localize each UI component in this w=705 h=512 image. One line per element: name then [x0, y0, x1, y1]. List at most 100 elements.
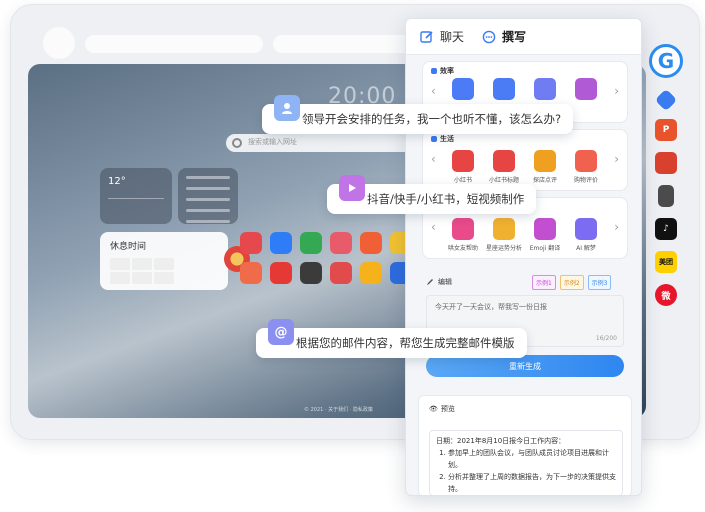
tool-item[interactable]: 小红书: [447, 150, 479, 184]
tab-write-label: 撰写: [502, 30, 527, 44]
tool-label: 小红书: [453, 177, 472, 184]
heart-icon: [452, 218, 474, 240]
chevron-left-icon[interactable]: ‹: [431, 152, 436, 166]
chevron-left-icon[interactable]: ‹: [431, 220, 436, 234]
preview-title: 👁 预览: [429, 404, 455, 414]
tool-item[interactable]: [570, 78, 602, 103]
tool-item[interactable]: 购物评价: [570, 150, 602, 184]
weather-temp: 12°: [108, 176, 126, 187]
chevron-right-icon[interactable]: ›: [614, 220, 619, 234]
app-icon[interactable]: [360, 262, 382, 284]
toolbox-icon[interactable]: [655, 152, 677, 174]
writing-assistant-panel: 聊天 撰写 效率 ‹ › 生活 ‹ 小红书 小红书标题 探店点评 购物评价 › …: [405, 18, 642, 496]
tool-item[interactable]: [447, 78, 479, 103]
tool-item[interactable]: 小红书标题: [488, 150, 520, 184]
news-widget[interactable]: [178, 168, 238, 224]
xiaohongshu-icon: [452, 150, 474, 172]
app-icon[interactable]: [240, 262, 262, 284]
chess-icon[interactable]: [658, 185, 674, 207]
tab-bar[interactable]: [273, 35, 423, 53]
profile-avatar[interactable]: [43, 27, 75, 59]
section-title-label: 生活: [440, 135, 454, 143]
tool-item[interactable]: 探店点评: [529, 150, 561, 184]
tag-icon[interactable]: [654, 88, 678, 112]
tool-item[interactable]: 星座运势分析: [486, 218, 523, 252]
right-sidebar: G P ♪ 美团 微: [649, 44, 683, 317]
title-icon: [493, 150, 515, 172]
app-icon[interactable]: [270, 232, 292, 254]
tab-chat-label: 聊天: [440, 30, 465, 44]
app-icon[interactable]: [300, 262, 322, 284]
app-icon[interactable]: [300, 232, 322, 254]
section-icon: [431, 136, 437, 142]
example-chip-3[interactable]: 示例3: [587, 275, 612, 290]
tab-chat[interactable]: 聊天: [420, 28, 464, 45]
search-icon: [232, 138, 242, 148]
chevron-right-icon[interactable]: ›: [614, 152, 619, 166]
address-bar[interactable]: [85, 35, 263, 53]
regenerate-button[interactable]: 重新生成: [426, 355, 624, 377]
chevron-left-icon[interactable]: ‹: [431, 84, 436, 98]
chat-icon: [482, 30, 496, 43]
tool-label: Emoji 翻译: [529, 245, 561, 252]
app-icon[interactable]: [270, 262, 292, 284]
preview-date-line: 日期：2021年8月10日报今日工作内容：: [436, 437, 566, 445]
video-icon: [339, 175, 365, 201]
bubble-text: 根据您的邮件内容，帮您生成完整邮件模版: [296, 336, 515, 350]
edit-label-text: 编辑: [438, 278, 452, 286]
example-chip-2[interactable]: 示例2: [559, 275, 584, 290]
tool-label: 购物评价: [573, 177, 598, 184]
email-icon: [534, 78, 556, 100]
tool-item[interactable]: Emoji 翻译: [529, 218, 561, 252]
char-counter: 16/200: [595, 335, 617, 342]
tool-row: [447, 78, 602, 103]
email-icon: @: [268, 319, 294, 345]
moon-icon: [575, 218, 597, 240]
preview-label: 预览: [440, 405, 455, 413]
app-icon[interactable]: [330, 262, 352, 284]
powerpoint-icon[interactable]: P: [655, 119, 677, 141]
cart-icon: [575, 150, 597, 172]
prompt-input-value: 今天开了一天会议，帮我写一份日报: [435, 303, 547, 311]
app-icon[interactable]: [240, 232, 262, 254]
tool-label: 星座运势分析: [486, 245, 523, 252]
app-icon[interactable]: [360, 232, 382, 254]
weibo-icon[interactable]: 微: [655, 284, 677, 306]
preview-card: 👁 预览 日期：2021年8月10日报今日工作内容： 参加早上的团队会议，与团队…: [418, 395, 632, 495]
emoji-icon: [534, 218, 556, 240]
tiktok-icon[interactable]: ♪: [655, 218, 677, 240]
desktop-footer: © 2021 · 关于我们 · 隐私政策: [304, 407, 373, 413]
section-title-label: 效率: [440, 67, 454, 75]
tool-item[interactable]: [488, 78, 520, 103]
app-icon[interactable]: [330, 232, 352, 254]
weather-widget[interactable]: 12°: [100, 168, 172, 224]
tab-write[interactable]: 撰写: [482, 28, 526, 45]
doc-icon: [493, 78, 515, 100]
section-icon: [431, 68, 437, 74]
edit-section-label: 编辑: [426, 277, 452, 287]
tool-item[interactable]: [529, 78, 561, 103]
break-time-grid: [110, 258, 174, 284]
tool-label: 小红书标题: [488, 177, 519, 184]
feature-bubble-email[interactable]: @ 根据您的邮件内容，帮您生成完整邮件模版: [256, 319, 527, 358]
feature-bubble-video[interactable]: 抖音/快手/小红书，短视频制作: [327, 175, 537, 214]
user-icon: [274, 95, 300, 121]
meituan-icon[interactable]: 美团: [655, 251, 677, 273]
app-grid: [240, 232, 412, 284]
life-section: 生活 ‹ 小红书 小红书标题 探店点评 购物评价 ›: [422, 129, 628, 191]
tool-label: 探店点评: [532, 177, 557, 184]
tool-item[interactable]: AI 解梦: [570, 218, 602, 252]
preview-content[interactable]: 日期：2021年8月10日报今日工作内容： 参加早上的团队会议，与团队成员讨论项…: [429, 430, 623, 495]
chevron-right-icon[interactable]: ›: [614, 84, 619, 98]
example-chips: 示例1 示例2 示例3: [532, 275, 612, 290]
bubble-text: 领导开会安排的任务，我一个也听不懂，该怎么办?: [302, 112, 562, 126]
browser-logo-icon[interactable]: G: [649, 44, 683, 78]
shop-icon: [534, 150, 556, 172]
desktop-search-box[interactable]: 搜索或输入网址: [226, 134, 426, 152]
break-time-widget[interactable]: 休息时间: [100, 232, 252, 290]
tool-label: AI 解梦: [576, 245, 596, 252]
tool-item[interactable]: 哄女友帮助: [447, 218, 479, 252]
feature-bubble-task[interactable]: 领导开会安排的任务，我一个也听不懂，该怎么办?: [262, 95, 574, 134]
example-chip-1[interactable]: 示例1: [532, 275, 556, 290]
tool-row: 哄女友帮助 星座运势分析 Emoji 翻译 AI 解梦: [447, 218, 602, 252]
